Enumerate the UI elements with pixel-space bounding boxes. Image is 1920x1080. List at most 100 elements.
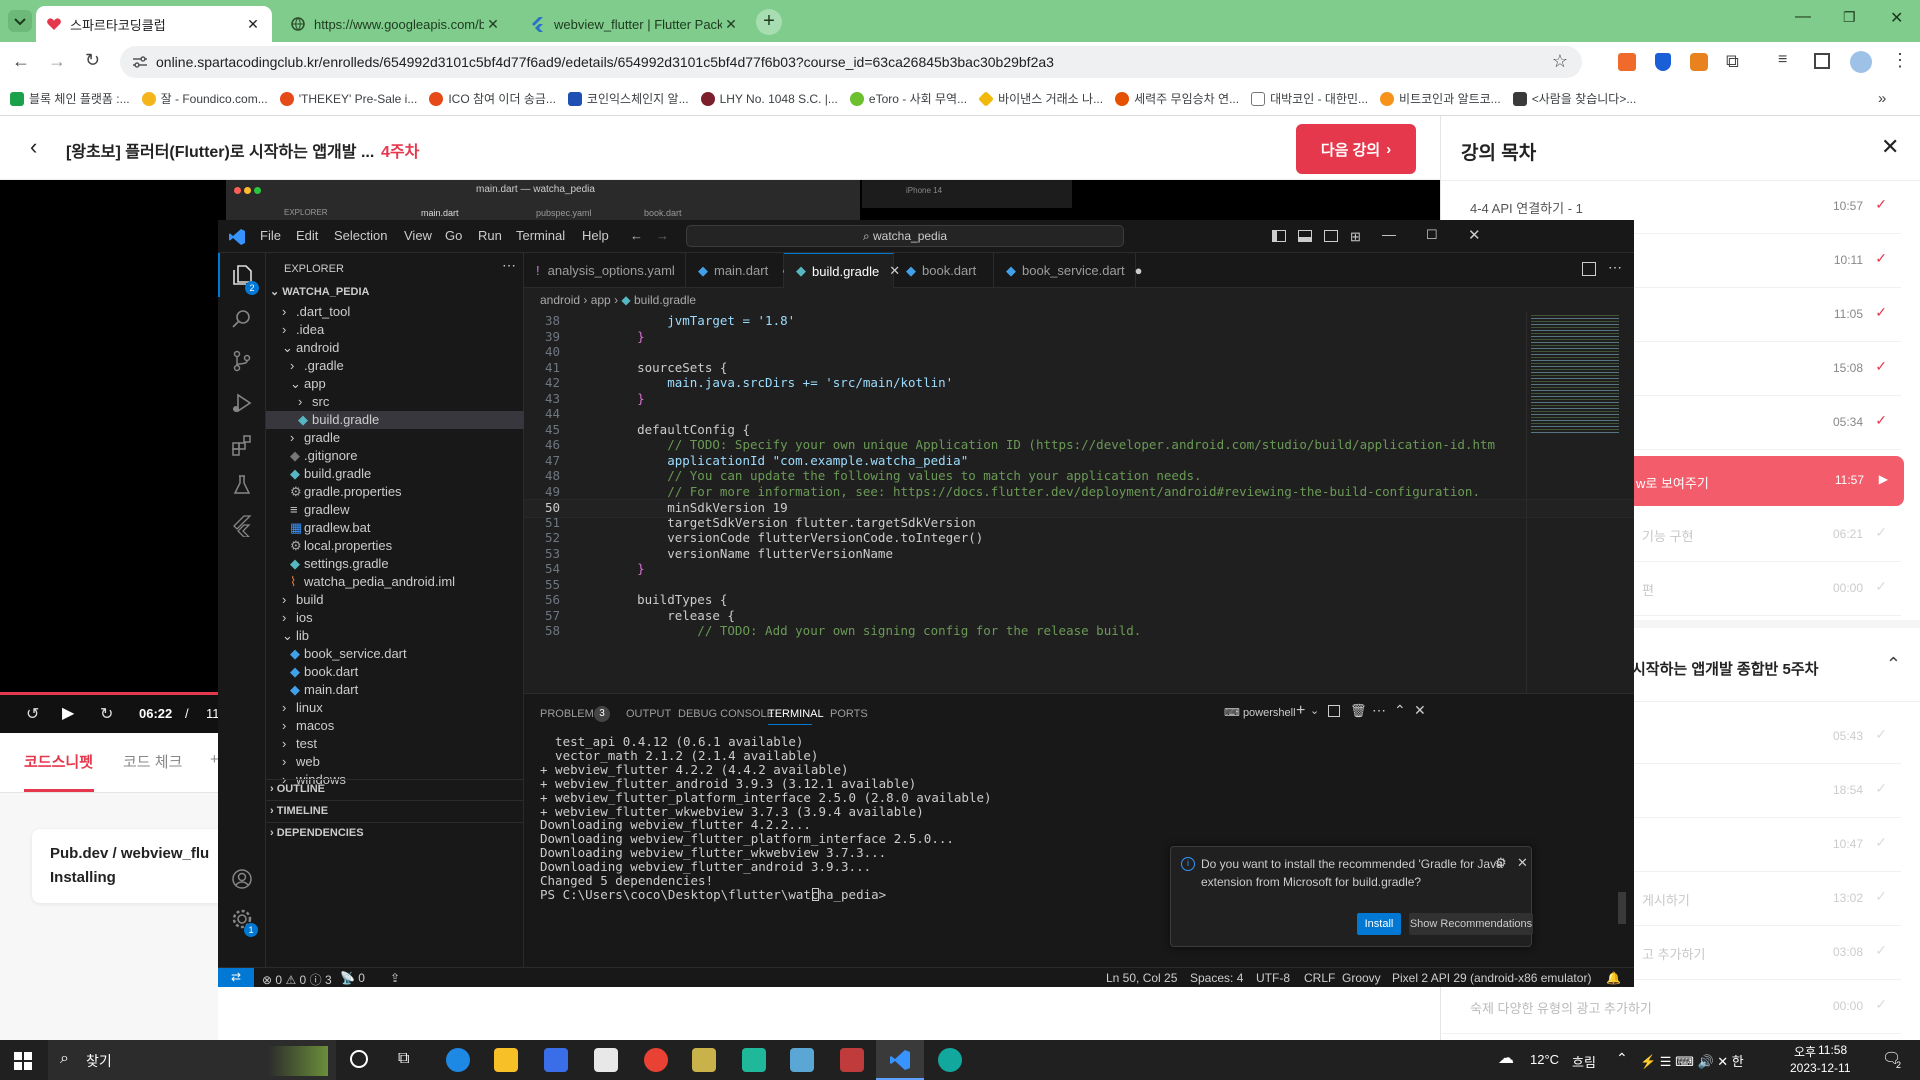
ports-status[interactable]: 📡 0 [340, 971, 365, 985]
taskbar-search-box[interactable]: ⌕ 찾기 [48, 1040, 336, 1080]
more-menu-icon[interactable]: ⋮ [1891, 50, 1909, 71]
app3-icon[interactable] [938, 1048, 962, 1072]
line-endings[interactable]: CRLF [1304, 971, 1335, 985]
app2-icon[interactable] [840, 1048, 864, 1072]
next-lecture-button[interactable]: 다음 강의 › [1296, 124, 1416, 174]
bookmark-item[interactable]: 비트코인과 알트코... [1380, 90, 1501, 107]
show-recommendations-button[interactable]: Show Recommendations [1409, 913, 1533, 935]
mail-icon[interactable] [594, 1048, 618, 1072]
search-icon[interactable] [230, 307, 254, 331]
menu-file[interactable]: File [260, 228, 281, 243]
app-icon[interactable] [692, 1048, 716, 1072]
tree-file[interactable]: ◆ build.gradle [266, 465, 524, 483]
tree-folder[interactable]: › .dart_tool [266, 303, 524, 321]
chevron-up-icon[interactable]: ⌃ [1886, 654, 1901, 675]
panel-more-icon[interactable]: ⋯ [1372, 702, 1386, 719]
bookmark-item[interactable]: 'THEKEY' Pre-Sale i... [279, 91, 417, 106]
split-terminal-icon[interactable] [1328, 705, 1340, 717]
toc-item[interactable]: 숙제 다양한 유형의 광고 추가하기 00:00 ✓ [1442, 980, 1901, 1034]
forward-icon[interactable]: → [48, 51, 66, 72]
tree-folder[interactable]: ⌄ app [266, 375, 524, 393]
editor-tab-book-dart[interactable]: ◆ book.dart [894, 253, 994, 288]
split-editor-icon[interactable] [1582, 262, 1596, 276]
menu-selection[interactable]: Selection [334, 228, 387, 243]
source-control-icon[interactable] [230, 349, 254, 373]
bookmark-item[interactable]: 대박코인 - 대한민... [1251, 90, 1368, 107]
tree-file[interactable]: ◆ main.dart [266, 681, 524, 699]
minimap[interactable] [1526, 311, 1626, 693]
code-editor[interactable]: 38 jvmTarget = '1.8' 39 } 40 41 sourceSets … [524, 311, 1634, 693]
toggle-secondary-sidebar-icon[interactable] [1324, 230, 1338, 242]
tree-file[interactable]: ◆ book_service.dart [266, 645, 524, 663]
menu-go[interactable]: Go [445, 228, 462, 243]
play-icon[interactable]: ▶ [62, 703, 74, 723]
tree-folder[interactable]: › linux [266, 699, 524, 717]
trash-icon[interactable]: 🗑 [1350, 703, 1367, 719]
maximize-panel-icon[interactable]: ⌃ [1394, 702, 1406, 719]
toc-item-active[interactable]: w로 보여주기 11:57 ▶ [1624, 456, 1904, 506]
close-notification-icon[interactable]: ✕ [1517, 855, 1528, 871]
panel-tab-terminal[interactable]: TERMINAL [768, 708, 824, 720]
vscode-minimize-icon[interactable]: — [1382, 226, 1396, 242]
tree-file[interactable]: ◆ book.dart [266, 663, 524, 681]
customize-layout-icon[interactable]: ⊞ [1350, 229, 1361, 245]
tab-search-button[interactable] [8, 10, 32, 32]
kakao-icon[interactable] [742, 1048, 766, 1072]
browser-tab-googleapis[interactable]: https://www.googleapis.com/b ✕ [280, 6, 512, 42]
menu-terminal[interactable]: Terminal [516, 228, 565, 243]
tree-folder[interactable]: › .gradle [266, 357, 524, 375]
terminal-scrollbar[interactable] [1618, 892, 1626, 924]
panel-tab-output[interactable]: OUTPUT [626, 708, 671, 720]
tree-folder[interactable]: › test [266, 735, 524, 753]
shield-extension-icon[interactable] [1655, 53, 1671, 71]
bookmark-item[interactable]: ICO 참여 이더 송금... [429, 90, 556, 107]
file-explorer-icon[interactable] [494, 1048, 518, 1072]
extensions-icon[interactable] [230, 433, 254, 457]
site-settings-icon[interactable] [132, 55, 148, 69]
cortana-icon[interactable] [350, 1050, 368, 1068]
accounts-icon[interactable] [230, 867, 254, 891]
back-chevron-icon[interactable]: ‹ [30, 134, 37, 160]
tree-folder[interactable]: › build [266, 591, 524, 609]
vscode-maximize-icon[interactable]: ☐ [1426, 227, 1438, 243]
notification-gear-icon[interactable]: ⚙ [1495, 855, 1507, 871]
side-panel-icon[interactable] [1814, 53, 1830, 69]
tree-file[interactable]: ⚙ gradle.properties [266, 483, 524, 501]
close-tab-icon[interactable]: ✕ [722, 16, 740, 33]
bookmark-item[interactable]: 바이낸스 거래소 나... [979, 90, 1103, 107]
editor-tab-analysis-options[interactable]: ! analysis_options.yaml [524, 253, 686, 288]
toggle-panel-icon[interactable] [1298, 230, 1312, 242]
command-center-search[interactable]: ⌕ watcha_pedia [686, 225, 1124, 247]
explorer-more-icon[interactable]: ⋯ [502, 257, 516, 274]
tree-file[interactable]: ⌇ watcha_pedia_android.iml [266, 573, 524, 591]
snippet-card[interactable]: Pub.dev / webview_flu Installing [32, 829, 218, 903]
menu-run[interactable]: Run [478, 228, 502, 243]
close-panel-icon[interactable]: ✕ [1414, 702, 1426, 719]
tree-file[interactable]: ⚙ local.properties [266, 537, 524, 555]
outline-section[interactable]: › OUTLINE [270, 783, 325, 795]
close-toc-icon[interactable]: ✕ [1881, 134, 1899, 160]
tree-file[interactable]: ≡ gradlew [266, 501, 524, 519]
bookmark-item[interactable]: LHY No. 1048 S.C. |... [700, 91, 838, 106]
close-tab-icon[interactable]: ✕ [244, 16, 262, 33]
tree-file[interactable]: ◆ .gitignore [266, 447, 524, 465]
flutter-icon[interactable] [230, 513, 254, 537]
nav-back-icon[interactable]: ← [630, 228, 643, 243]
bookmark-item[interactable]: 잘 - Foundico.com... [141, 90, 268, 107]
store-icon[interactable] [544, 1048, 568, 1072]
new-terminal-icon[interactable]: + [1296, 702, 1305, 720]
editor-tab-book-service[interactable]: ◆ book_service.dart ● [994, 253, 1142, 288]
tree-folder[interactable]: ⌄ android [266, 339, 524, 357]
minimize-window-icon[interactable]: — [1795, 8, 1811, 26]
close-window-icon[interactable]: ✕ [1890, 8, 1903, 28]
restore-window-icon[interactable]: ❐ [1843, 9, 1856, 26]
bookmark-item[interactable]: 코인익스체인지 알... [567, 90, 689, 107]
bookmark-item[interactable]: 세력주 무임승차 연... [1115, 90, 1239, 107]
run-debug-icon[interactable] [230, 391, 254, 415]
dependencies-section[interactable]: › DEPENDENCIES [270, 827, 364, 839]
tray-chevron-up-icon[interactable]: ⌃ [1616, 1050, 1628, 1067]
tab-code-check[interactable]: 코드 체크 [123, 751, 182, 772]
task-view-icon[interactable]: ⧉ [398, 1050, 409, 1068]
tree-file[interactable]: ◆ settings.gradle [266, 555, 524, 573]
back-icon[interactable]: ← [12, 51, 30, 72]
